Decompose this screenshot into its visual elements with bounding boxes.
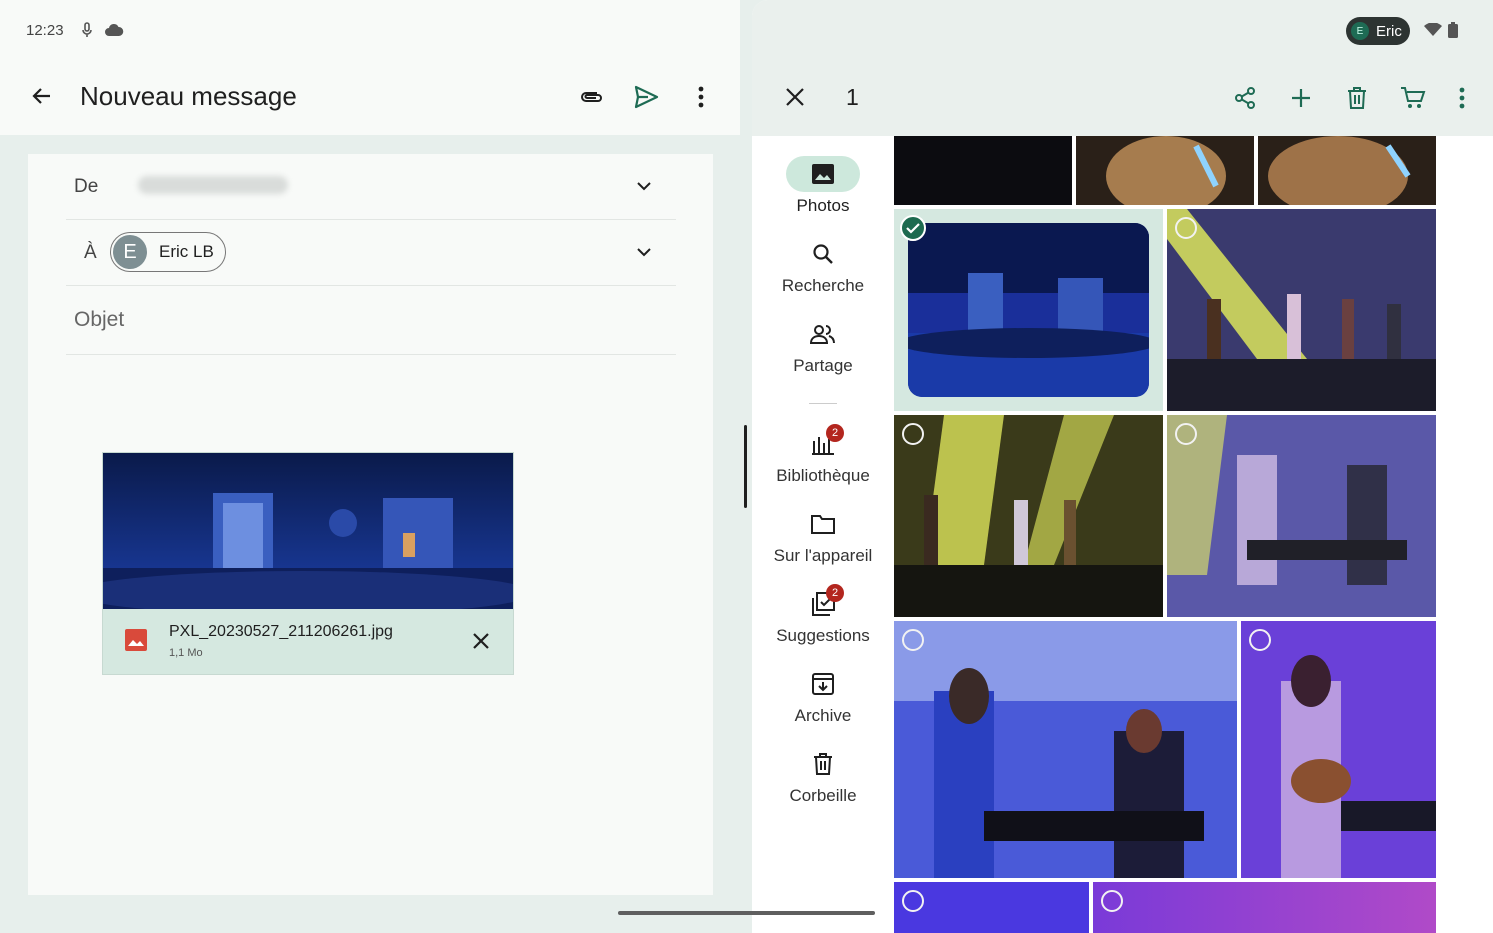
library-icon: 2 [786, 424, 860, 462]
nav-item-archive[interactable]: Archive [752, 666, 894, 726]
nav-label: Sur l'appareil [773, 546, 873, 565]
nav-item-suggestions[interactable]: 2 Suggestions [752, 584, 894, 646]
select-circle[interactable] [1249, 629, 1271, 651]
nav-separator [809, 403, 837, 404]
screen: 12:23 Nouveau message De À E Eric LB Obj… [0, 0, 1493, 933]
from-label: De [74, 176, 99, 197]
people-icon [786, 316, 860, 352]
photo-thumbnail[interactable] [1258, 136, 1436, 205]
split-divider-handle[interactable] [744, 425, 747, 508]
account-chip[interactable]: E Eric [1346, 17, 1410, 45]
attachment-info: PXL_20230527_211206261.jpg 1,1 Mo [103, 609, 513, 675]
nav-label: Bibliothèque [776, 466, 870, 485]
archive-icon [786, 666, 860, 702]
photo-thumbnail[interactable] [1093, 882, 1436, 933]
select-circle[interactable] [902, 890, 924, 912]
trash-icon [786, 746, 860, 782]
nav-item-on-device[interactable]: Sur l'appareil [752, 506, 894, 566]
image-icon [125, 629, 147, 651]
select-circle[interactable] [902, 423, 924, 445]
more-vert-icon[interactable] [686, 82, 716, 112]
from-address-redacted [138, 176, 288, 194]
cart-icon[interactable] [1399, 84, 1427, 112]
add-icon[interactable] [1287, 84, 1315, 112]
photo-thumbnail[interactable] [1167, 415, 1436, 617]
photo-thumbnail[interactable] [894, 415, 1163, 617]
subject-row[interactable]: Objet [66, 286, 676, 355]
back-arrow-icon[interactable] [28, 82, 56, 110]
subject-input[interactable]: Objet [74, 308, 124, 332]
nav-label: Archive [794, 706, 852, 725]
recipient-chip[interactable]: E Eric LB [110, 232, 226, 272]
share-icon[interactable] [1231, 84, 1259, 112]
compose-body: De À E Eric LB Objet PXL_20230527_211206… [28, 154, 713, 895]
nav-item-library[interactable]: 2 Bibliothèque [752, 424, 894, 486]
nav-item-photos[interactable]: Photos [752, 156, 894, 216]
photos-pane: E Eric 1 Photos Recherche Partage 2 Bibl… [752, 0, 1493, 933]
gesture-home-bar[interactable] [618, 911, 875, 915]
account-avatar: E [1351, 22, 1369, 40]
selected-check-icon[interactable] [900, 215, 926, 241]
system-status-icons [1424, 22, 1458, 38]
library-badge: 2 [826, 424, 844, 442]
trash-icon[interactable] [1343, 84, 1371, 112]
attachment-filename: PXL_20230527_211206261.jpg [169, 623, 393, 640]
cloud-icon [105, 23, 124, 36]
nav-item-search[interactable]: Recherche [752, 236, 894, 296]
suggestions-badge: 2 [826, 584, 844, 602]
attachment-size: 1,1 Mo [169, 647, 203, 659]
nav-label: Corbeille [789, 786, 857, 805]
to-row[interactable]: À E Eric LB [66, 220, 676, 286]
photo-grid [894, 136, 1493, 933]
status-time: 12:23 [26, 22, 64, 39]
select-circle[interactable] [902, 629, 924, 651]
compose-pane: 12:23 Nouveau message De À E Eric LB Obj… [0, 0, 740, 933]
photo-thumbnail[interactable] [894, 136, 1072, 205]
select-circle[interactable] [1175, 217, 1197, 239]
close-selection-icon[interactable] [782, 84, 808, 110]
photo-thumbnail-selected[interactable] [894, 209, 1163, 411]
send-icon[interactable] [631, 82, 661, 112]
status-icons [80, 22, 124, 38]
nav-label: Suggestions [776, 626, 870, 645]
close-icon[interactable] [469, 629, 493, 653]
recipient-name: Eric LB [159, 242, 214, 261]
from-row[interactable]: De [66, 154, 676, 220]
nav-item-trash[interactable]: Corbeille [752, 746, 894, 806]
photos-icon [786, 156, 860, 192]
nav-label: Recherche [781, 276, 865, 295]
battery-icon [1448, 22, 1458, 38]
compose-header: Nouveau message [0, 68, 740, 128]
nav-label: Photos [796, 196, 850, 215]
compose-topbar: 12:23 Nouveau message [0, 0, 740, 135]
photo-thumbnail[interactable] [1241, 621, 1436, 878]
selected-count: 1 [846, 84, 859, 110]
nav-label: Partage [793, 356, 853, 375]
account-name: Eric [1376, 22, 1402, 40]
more-vert-icon[interactable] [1448, 84, 1476, 112]
attachment-preview[interactable] [103, 453, 513, 609]
nav-item-sharing[interactable]: Partage [752, 316, 894, 376]
photo-thumbnail[interactable] [894, 621, 1237, 878]
folder-icon [786, 506, 860, 542]
wifi-icon [1424, 23, 1442, 36]
attachment-card[interactable]: PXL_20230527_211206261.jpg 1,1 Mo [102, 452, 514, 675]
select-circle[interactable] [1175, 423, 1197, 445]
mic-status-icon [82, 22, 92, 37]
photo-thumbnail[interactable] [894, 882, 1089, 933]
search-icon [786, 236, 860, 272]
to-label: À [84, 242, 97, 263]
suggestions-icon: 2 [786, 584, 860, 622]
chevron-down-icon[interactable] [632, 174, 656, 198]
photos-topbar: E Eric 1 [752, 0, 1493, 136]
recipient-avatar: E [113, 235, 147, 269]
chevron-down-icon[interactable] [632, 240, 656, 264]
photo-thumbnail[interactable] [1167, 209, 1436, 411]
navigation-rail: Photos Recherche Partage 2 Bibliothèque … [752, 136, 894, 933]
photo-thumbnail[interactable] [1076, 136, 1254, 205]
select-circle[interactable] [1101, 890, 1123, 912]
paperclip-icon[interactable] [576, 82, 606, 112]
compose-title: Nouveau message [80, 81, 297, 111]
